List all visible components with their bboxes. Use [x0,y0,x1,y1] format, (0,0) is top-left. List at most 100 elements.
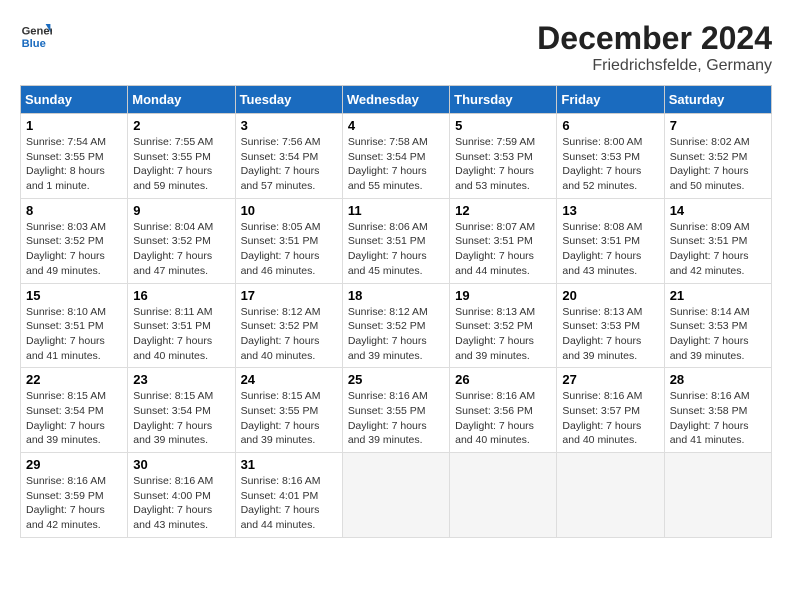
day-info: Sunrise: 8:11 AMSunset: 3:51 PMDaylight:… [133,306,212,362]
day-number: 27 [562,372,658,387]
day-cell: 16 Sunrise: 8:11 AMSunset: 3:51 PMDayligh… [128,283,235,368]
empty-cell [342,453,449,538]
day-number: 21 [670,288,766,303]
day-cell: 30 Sunrise: 8:16 AMSunset: 4:00 PMDayligh… [128,453,235,538]
day-number: 3 [241,118,337,133]
day-number: 24 [241,372,337,387]
day-info: Sunrise: 7:55 AMSunset: 3:55 PMDaylight:… [133,136,213,192]
day-cell: 10 Sunrise: 8:05 AMSunset: 3:51 PMDayligh… [235,198,342,283]
day-number: 2 [133,118,229,133]
day-cell: 24 Sunrise: 8:15 AMSunset: 3:55 PMDayligh… [235,368,342,453]
day-number: 12 [455,203,551,218]
day-number: 17 [241,288,337,303]
day-number: 19 [455,288,551,303]
calendar-header-row: Sunday Monday Tuesday Wednesday Thursday… [21,86,772,114]
header-monday: Monday [128,86,235,114]
day-cell: 5Sunrise: 7:59 AMSunset: 3:53 PMDaylight… [450,114,557,199]
day-info: Sunrise: 8:04 AMSunset: 3:52 PMDaylight:… [133,221,213,277]
day-number: 26 [455,372,551,387]
header-thursday: Thursday [450,86,557,114]
day-info: Sunrise: 8:09 AMSunset: 3:51 PMDaylight:… [670,221,750,277]
day-number: 31 [241,457,337,472]
day-info: Sunrise: 8:16 AMSunset: 4:00 PMDaylight:… [133,475,213,531]
day-cell: 17 Sunrise: 8:12 AMSunset: 3:52 PMDayligh… [235,283,342,368]
day-cell: 13Sunrise: 8:08 AMSunset: 3:51 PMDayligh… [557,198,664,283]
day-number: 1 [26,118,122,133]
day-info: Sunrise: 8:16 AMSunset: 3:58 PMDaylight:… [670,390,750,446]
day-cell: 15Sunrise: 8:10 AMSunset: 3:51 PMDayligh… [21,283,128,368]
day-cell: 27Sunrise: 8:16 AMSunset: 3:57 PMDayligh… [557,368,664,453]
calendar-week-row: 15Sunrise: 8:10 AMSunset: 3:51 PMDayligh… [21,283,772,368]
day-info: Sunrise: 8:12 AMSunset: 3:52 PMDaylight:… [241,306,321,362]
svg-text:Blue: Blue [22,38,46,50]
day-number: 29 [26,457,122,472]
day-number: 22 [26,372,122,387]
day-number: 30 [133,457,229,472]
day-number: 6 [562,118,658,133]
logo: General Blue [20,20,52,52]
day-info: Sunrise: 8:10 AMSunset: 3:51 PMDaylight:… [26,306,106,362]
day-info: Sunrise: 8:15 AMSunset: 3:55 PMDaylight:… [241,390,321,446]
empty-cell [557,453,664,538]
day-info: Sunrise: 8:06 AMSunset: 3:51 PMDaylight:… [348,221,428,277]
calendar-week-row: 22 Sunrise: 8:15 AMSunset: 3:54 PMDayligh… [21,368,772,453]
day-number: 16 [133,288,229,303]
day-cell: 6Sunrise: 8:00 AMSunset: 3:53 PMDaylight… [557,114,664,199]
day-info: Sunrise: 8:13 AMSunset: 3:53 PMDaylight:… [562,306,642,362]
day-cell: 25 Sunrise: 8:16 AMSunset: 3:55 PMDayligh… [342,368,449,453]
day-info: Sunrise: 8:13 AMSunset: 3:52 PMDaylight:… [455,306,535,362]
day-cell: 12Sunrise: 8:07 AMSunset: 3:51 PMDayligh… [450,198,557,283]
empty-cell [664,453,771,538]
day-info: Sunrise: 8:16 AMSunset: 3:56 PMDaylight:… [455,390,535,446]
page-header: General Blue December 2024 Friedrichsfel… [20,20,772,75]
day-info: Sunrise: 7:58 AMSunset: 3:54 PMDaylight:… [348,136,428,192]
day-info: Sunrise: 8:12 AMSunset: 3:52 PMDaylight:… [348,306,428,362]
day-number: 7 [670,118,766,133]
day-info: Sunrise: 8:03 AMSunset: 3:52 PMDaylight:… [26,221,106,277]
day-info: Sunrise: 8:16 AMSunset: 3:59 PMDaylight:… [26,475,106,531]
day-cell: 4 Sunrise: 7:58 AMSunset: 3:54 PMDaylight… [342,114,449,199]
day-cell: 14Sunrise: 8:09 AMSunset: 3:51 PMDayligh… [664,198,771,283]
day-number: 28 [670,372,766,387]
day-number: 20 [562,288,658,303]
header-sunday: Sunday [21,86,128,114]
calendar-week-row: 8Sunrise: 8:03 AMSunset: 3:52 PMDaylight… [21,198,772,283]
calendar-table: Sunday Monday Tuesday Wednesday Thursday… [20,85,772,538]
day-info: Sunrise: 7:56 AMSunset: 3:54 PMDaylight:… [241,136,321,192]
day-number: 9 [133,203,229,218]
day-cell: 18 Sunrise: 8:12 AMSunset: 3:52 PMDayligh… [342,283,449,368]
day-info: Sunrise: 8:05 AMSunset: 3:51 PMDaylight:… [241,221,321,277]
day-info: Sunrise: 8:15 AMSunset: 3:54 PMDaylight:… [133,390,213,446]
day-cell: 21 Sunrise: 8:14 AMSunset: 3:53 PMDayligh… [664,283,771,368]
month-title: December 2024 [537,20,772,57]
calendar-week-row: 1 Sunrise: 7:54 AMSunset: 3:55 PMDaylight… [21,114,772,199]
title-area: December 2024 Friedrichsfelde, Germany [537,20,772,75]
day-cell: 9 Sunrise: 8:04 AMSunset: 3:52 PMDaylight… [128,198,235,283]
day-number: 4 [348,118,444,133]
day-number: 13 [562,203,658,218]
day-number: 18 [348,288,444,303]
day-info: Sunrise: 8:16 AMSunset: 3:55 PMDaylight:… [348,390,428,446]
day-info: Sunrise: 8:02 AMSunset: 3:52 PMDaylight:… [670,136,750,192]
day-cell: 20 Sunrise: 8:13 AMSunset: 3:53 PMDayligh… [557,283,664,368]
day-info: Sunrise: 8:16 AMSunset: 4:01 PMDaylight:… [241,475,321,531]
day-number: 25 [348,372,444,387]
day-cell: 26 Sunrise: 8:16 AMSunset: 3:56 PMDayligh… [450,368,557,453]
day-info: Sunrise: 7:54 AMSunset: 3:55 PMDaylight:… [26,136,106,192]
day-cell: 3 Sunrise: 7:56 AMSunset: 3:54 PMDaylight… [235,114,342,199]
header-friday: Friday [557,86,664,114]
day-cell: 31 Sunrise: 8:16 AMSunset: 4:01 PMDayligh… [235,453,342,538]
empty-cell [450,453,557,538]
logo-icon: General Blue [20,20,52,52]
calendar-week-row: 29 Sunrise: 8:16 AMSunset: 3:59 PMDayligh… [21,453,772,538]
day-cell: 7 Sunrise: 8:02 AMSunset: 3:52 PMDaylight… [664,114,771,199]
day-info: Sunrise: 8:15 AMSunset: 3:54 PMDaylight:… [26,390,106,446]
day-cell: 28 Sunrise: 8:16 AMSunset: 3:58 PMDayligh… [664,368,771,453]
day-cell: 22 Sunrise: 8:15 AMSunset: 3:54 PMDayligh… [21,368,128,453]
day-cell: 1 Sunrise: 7:54 AMSunset: 3:55 PMDaylight… [21,114,128,199]
day-cell: 23 Sunrise: 8:15 AMSunset: 3:54 PMDayligh… [128,368,235,453]
day-number: 10 [241,203,337,218]
day-info: Sunrise: 8:14 AMSunset: 3:53 PMDaylight:… [670,306,750,362]
day-number: 23 [133,372,229,387]
day-cell: 2 Sunrise: 7:55 AMSunset: 3:55 PMDaylight… [128,114,235,199]
